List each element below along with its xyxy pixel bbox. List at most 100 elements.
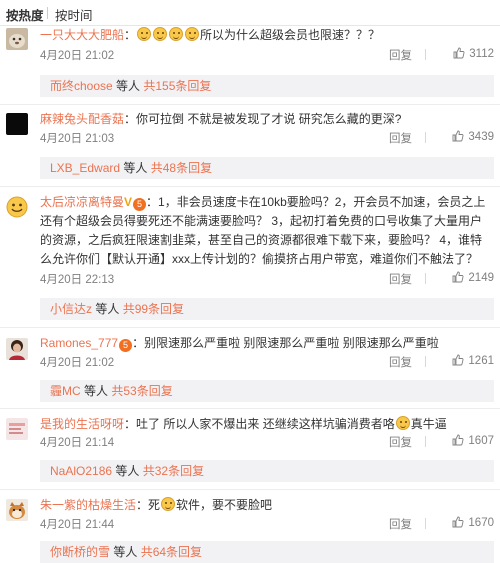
reply-button[interactable]: 回复 xyxy=(389,271,412,287)
username[interactable]: 太后凉凉离特曼 xyxy=(40,195,124,209)
reply-count-link[interactable]: 共48条回复 xyxy=(151,161,212,175)
comment-body: Ramones_777 5 ：别限速那么严重啦 别限速那么严重啦 别限速那么严重啦 xyxy=(40,336,439,352)
emoji-icon xyxy=(395,416,410,430)
thumbs-up-icon xyxy=(452,130,464,142)
comment-meta: 4月20日 21:02 回复 1261 xyxy=(40,354,494,370)
username[interactable]: 一只大大大肥船 xyxy=(40,28,124,42)
comment-text-tail: 真牛逼 xyxy=(410,417,447,431)
avatar[interactable] xyxy=(6,28,28,50)
like-button[interactable]: 1261 xyxy=(434,354,494,367)
reply-user[interactable]: 你断桥的雪 xyxy=(50,545,110,559)
like-button[interactable]: 1670 xyxy=(434,516,494,529)
thumbs-up-icon xyxy=(453,47,465,59)
like-count: 1607 xyxy=(468,435,494,447)
emoji-icon xyxy=(169,27,184,41)
timestamp: 4月20日 21:03 xyxy=(40,133,115,145)
level-badge-icon: 5 xyxy=(119,339,133,352)
reply-button[interactable]: 回复 xyxy=(389,130,412,146)
comment-text: 你可拉倒 不就是被发现了才说 研究怎么藏的更深? xyxy=(136,112,402,126)
replies-bar[interactable]: 小信达z 等人 共99条回复 xyxy=(40,298,494,320)
avatar[interactable] xyxy=(6,418,28,440)
tab-divider xyxy=(47,7,48,19)
like-count: 2149 xyxy=(468,272,494,284)
replies-bar[interactable]: LXB_Edward 等人 共48条回复 xyxy=(40,157,494,179)
comment-text: 死 xyxy=(148,498,161,512)
comment-meta: 4月20日 22:13 回复 2149 xyxy=(40,271,494,287)
reply-user[interactable]: 霾MC xyxy=(50,384,81,398)
like-count: 1670 xyxy=(468,517,494,529)
replies-bar[interactable]: 而终choose 等人 共155条回复 xyxy=(40,75,494,97)
avatar[interactable] xyxy=(6,113,28,135)
reply-user[interactable]: NaAlO2186 xyxy=(50,464,112,478)
meta-divider xyxy=(425,273,426,284)
divider xyxy=(0,104,500,105)
avatar[interactable] xyxy=(6,338,28,360)
meta-divider xyxy=(425,436,426,447)
replies-bar[interactable]: 霾MC 等人 共53条回复 xyxy=(40,380,494,402)
comment-body: 朱一紫的枯燥生活：死 软件，要不要脸吧 xyxy=(40,497,273,512)
divider xyxy=(0,186,500,187)
reply-count-link[interactable]: 共64条回复 xyxy=(141,545,202,559)
like-button[interactable]: 3112 xyxy=(434,47,494,60)
comment-text-tail: 软件，要不要脸吧 xyxy=(176,498,273,512)
thumbs-up-icon xyxy=(452,434,464,446)
reply-button[interactable]: 回复 xyxy=(389,516,412,532)
divider xyxy=(0,489,500,490)
like-button[interactable]: 3439 xyxy=(434,130,494,143)
divider xyxy=(0,408,500,409)
timestamp: 4月20日 21:14 xyxy=(40,437,115,449)
reply-count-link[interactable]: 共155条回复 xyxy=(143,79,211,93)
meta-divider xyxy=(425,49,426,60)
meta-divider xyxy=(425,518,426,529)
comment-body: 麻辣兔头配香菇：你可拉倒 不就是被发现了才说 研究怎么藏的更深? xyxy=(40,112,402,126)
timestamp: 4月20日 21:44 xyxy=(40,519,115,531)
username[interactable]: 麻辣兔头配香菇 xyxy=(40,112,124,126)
comment-body: 是我的生活呀呀：吐了 所以人家不爆出来 还继续这样坑骗消费者咯 真牛逼 xyxy=(40,416,447,431)
comment-meta: 4月20日 21:44 回复 1670 xyxy=(40,516,494,532)
comment-text: 所以为什么超级会员也限速？？？ xyxy=(200,28,381,42)
username[interactable]: 朱一紫的枯燥生活 xyxy=(40,498,136,512)
vip-badge-icon: V xyxy=(124,195,133,209)
reply-user[interactable]: 而终choose xyxy=(50,79,113,93)
sort-tabs: 按热度 按时间 xyxy=(0,0,500,26)
emoji-icon xyxy=(161,497,176,511)
tab-hot[interactable]: 按热度 xyxy=(6,5,44,24)
reply-count-link[interactable]: 共99条回复 xyxy=(123,302,184,316)
like-count: 1261 xyxy=(468,355,494,367)
avatar[interactable] xyxy=(6,499,28,521)
username[interactable]: Ramones_777 xyxy=(40,336,118,350)
reply-user[interactable]: LXB_Edward xyxy=(50,161,120,175)
like-button[interactable]: 2149 xyxy=(434,271,494,284)
emoji-icon xyxy=(185,27,200,41)
like-button[interactable]: 1607 xyxy=(434,434,494,447)
thumbs-up-icon xyxy=(452,354,464,366)
divider xyxy=(0,327,500,328)
thumbs-up-icon xyxy=(452,516,464,528)
emoji-icon xyxy=(153,27,168,41)
username[interactable]: 是我的生活呀呀 xyxy=(40,417,124,431)
replies-bar[interactable]: 你断桥的雪 等人 共64条回复 xyxy=(40,541,494,563)
tab-time[interactable]: 按时间 xyxy=(55,5,93,24)
reply-button[interactable]: 回复 xyxy=(389,354,412,370)
meta-divider xyxy=(425,132,426,143)
thumbs-up-icon xyxy=(452,271,464,283)
like-count: 3112 xyxy=(469,48,494,60)
comment-body: 一只大大大肥船： 所以为什么超级会员也限速？？？ xyxy=(40,27,381,42)
reply-count-link[interactable]: 共32条回复 xyxy=(143,464,204,478)
comment-meta: 4月20日 21:14 回复 1607 xyxy=(40,434,494,450)
comment-meta: 4月20日 21:02 回复 3112 xyxy=(40,47,494,63)
like-count: 3439 xyxy=(468,131,494,143)
timestamp: 4月20日 22:13 xyxy=(40,274,115,286)
comment-body: 太后凉凉离特曼V 5 ：1，非会员速度卡在10kb要脸吗？2，开会员不加速，会员之上… xyxy=(40,195,486,266)
avatar[interactable] xyxy=(6,196,28,218)
comment-text: 吐了 所以人家不爆出来 还继续这样坑骗消费者咯 xyxy=(136,417,395,431)
comment-text: 别限速那么严重啦 别限速那么严重啦 别限速那么严重啦 xyxy=(144,336,439,350)
reply-button[interactable]: 回复 xyxy=(389,47,412,63)
comment-meta: 4月20日 21:03 回复 3439 xyxy=(40,130,494,146)
reply-user[interactable]: 小信达z xyxy=(50,302,92,316)
reply-button[interactable]: 回复 xyxy=(389,434,412,450)
replies-bar[interactable]: NaAlO2186 等人 共32条回复 xyxy=(40,460,494,482)
meta-divider xyxy=(425,356,426,367)
reply-count-link[interactable]: 共53条回复 xyxy=(111,384,172,398)
emoji-icon xyxy=(137,27,152,41)
